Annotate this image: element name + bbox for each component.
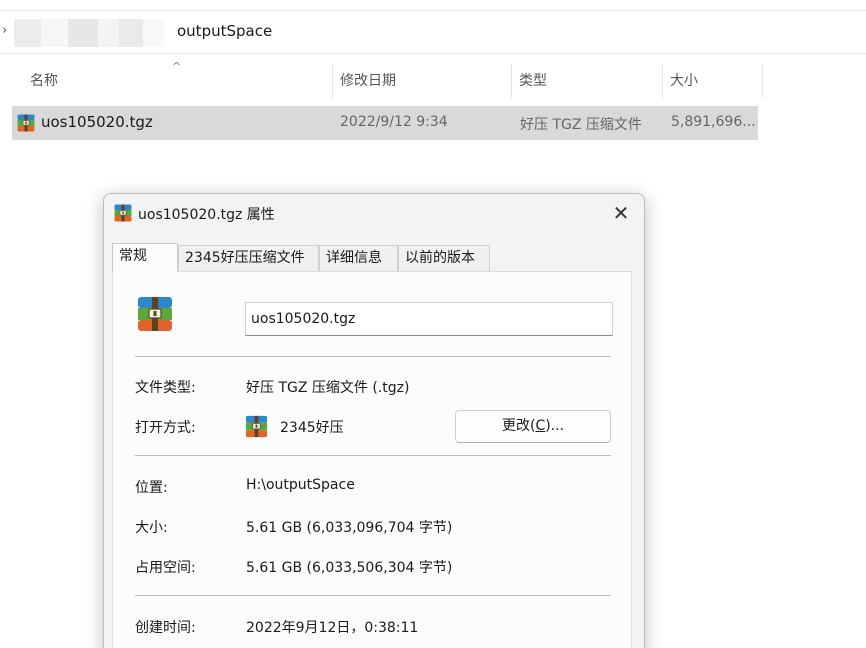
change-button[interactable]: 更改(C)... (455, 410, 611, 443)
column-header-row: ^ 名称 修改日期 类型 大小 (0, 60, 866, 98)
created-label: 创建时间: (135, 620, 196, 636)
dialog-title: uos105020.tgz 属性 (138, 207, 275, 223)
open-with-value: 2345好压 (280, 420, 344, 436)
file-modified: 2022/9/12 9:34 (340, 114, 448, 130)
file-type: 好压 TGZ 压缩文件 (520, 117, 642, 133)
breadcrumb-current[interactable]: outputSpace (177, 22, 272, 40)
tab-2345-archive[interactable]: 2345好压压缩文件 (178, 245, 319, 271)
divider (135, 356, 611, 357)
change-button-accesskey: C (535, 418, 546, 434)
archive-large-icon (135, 294, 175, 334)
size-value: 5.61 GB (6,033,096,704 字节) (246, 520, 453, 536)
file-row-selected[interactable]: uos105020.tgz 2022/9/12 9:34 好压 TGZ 压缩文件… (12, 106, 758, 140)
column-header-name[interactable]: 名称 (22, 64, 330, 98)
redacted-breadcrumb (14, 19, 164, 47)
chevron-right-icon[interactable]: › (2, 23, 7, 38)
location-label: 位置: (135, 480, 168, 496)
column-header-modified[interactable]: 修改日期 (332, 64, 510, 98)
open-with-label: 打开方式: (135, 420, 196, 436)
screen: › outputSpace ^ 名称 修改日期 类型 大小 uos105020.… (0, 0, 866, 648)
file-type-label: 文件类型: (135, 380, 196, 396)
close-icon: ✕ (612, 201, 630, 225)
tab-details[interactable]: 详细信息 (319, 245, 398, 271)
divider (135, 595, 611, 596)
archive-file-icon (113, 203, 133, 223)
size-label: 大小: (135, 520, 168, 536)
file-type-value: 好压 TGZ 压缩文件 (.tgz) (246, 380, 410, 396)
archive-file-icon (16, 113, 36, 133)
tab-previous-versions[interactable]: 以前的版本 (398, 245, 490, 271)
column-header-size[interactable]: 大小 (662, 64, 762, 98)
change-button-prefix: 更改( (501, 418, 536, 434)
size-on-disk-label: 占用空间: (135, 560, 196, 576)
change-button-suffix: )... (545, 418, 565, 434)
tab-general[interactable]: 常规 (112, 243, 178, 272)
divider (135, 455, 611, 456)
properties-dialog: uos105020.tgz 属性 ✕ 常规 2345好压压缩文件 详细信息 以前… (103, 193, 645, 648)
column-header-type[interactable]: 类型 (511, 64, 661, 98)
file-size: 5,891,696... (671, 114, 756, 130)
haozip-app-icon (244, 414, 269, 439)
file-name: uos105020.tgz (41, 113, 153, 131)
close-button[interactable]: ✕ (608, 200, 634, 226)
dialog-titlebar[interactable]: uos105020.tgz 属性 ✕ (104, 194, 644, 232)
address-bar[interactable]: › outputSpace (0, 10, 866, 54)
size-on-disk-value: 5.61 GB (6,033,506,304 字节) (246, 560, 453, 576)
general-panel: 文件类型: 好压 TGZ 压缩文件 (.tgz) 打开方式: 2345好压 更改… (112, 271, 632, 648)
location-value: H:\outputSpace (246, 477, 355, 493)
filename-input[interactable] (245, 302, 613, 336)
created-value: 2022年9月12日，0:38:11 (246, 620, 419, 636)
column-divider[interactable] (762, 64, 763, 98)
